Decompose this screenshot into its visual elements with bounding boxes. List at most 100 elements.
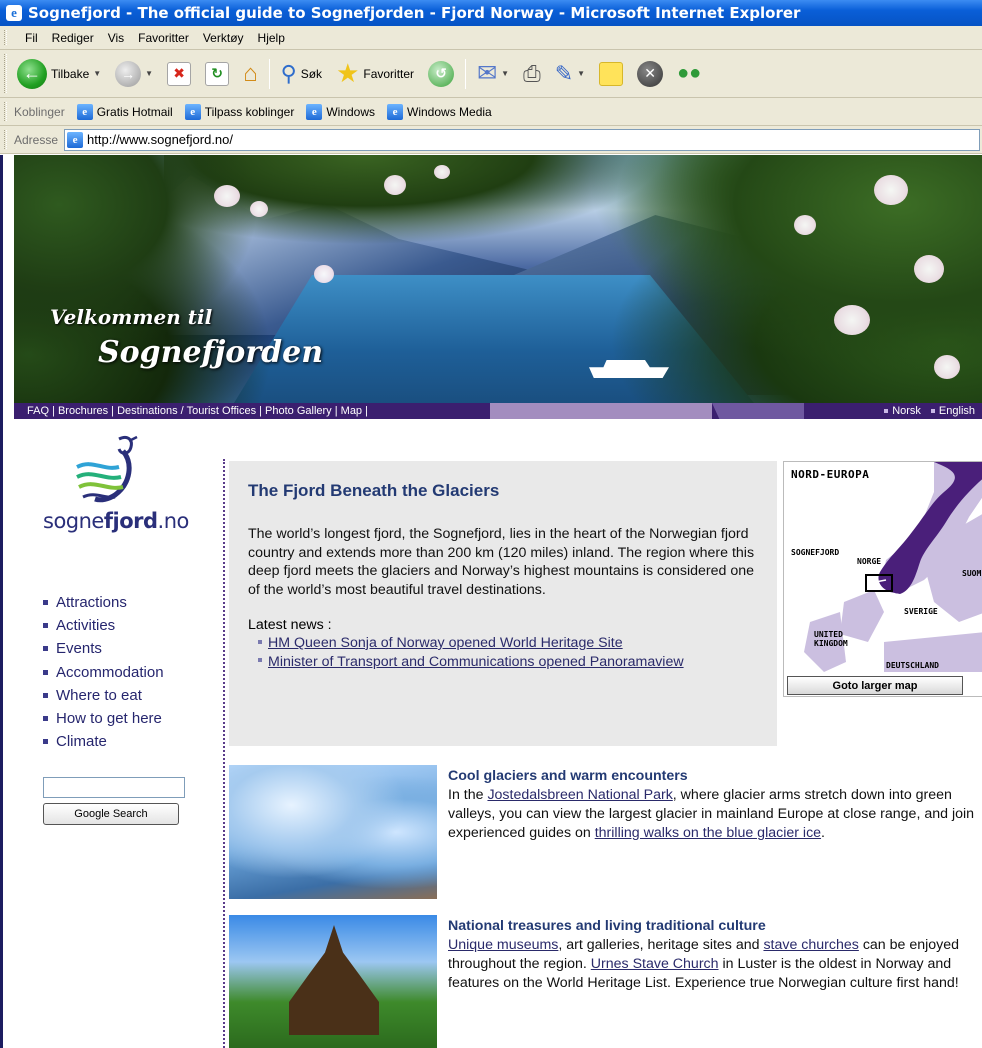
edit-icon: ✎ [554,60,574,86]
notes-button[interactable] [596,55,626,93]
favorites-button[interactable]: ★ Favoritter [333,55,417,93]
menu-favorites[interactable]: Favoritter [131,28,196,48]
edit-button[interactable]: ✎ ▼ [552,55,588,93]
lang-norsk-link[interactable]: Norsk [884,405,921,417]
stop-button[interactable]: ✖ [164,55,194,93]
link-stave-churches[interactable]: stave churches [763,937,858,953]
search-icon: ⚲ [280,60,297,86]
link-label: Gratis Hotmail [96,104,173,119]
search-label: Søk [300,66,323,81]
back-arrow-icon: ← [17,58,47,89]
logo-text: sognefjord.no [43,509,189,533]
link-jostedalsbreen[interactable]: Jostedalsbreen National Park [487,787,672,803]
links-label: Koblinger [14,104,65,119]
goto-larger-map-button[interactable]: Goto larger map [787,676,963,695]
links-bar: Koblinger e Gratis Hotmail e Tilpass kobli… [0,98,982,126]
map-label-deutschland: DEUTSCHLAND [886,661,939,670]
glacier-photo[interactable] [229,765,437,899]
ie-page-icon: e [184,103,201,120]
stop-icon: ✖ [167,61,192,86]
feature-body: Unique museums, art galleries, heritage … [448,937,960,991]
sidebar-item-attractions[interactable]: Attractions [43,591,164,614]
fjord-logo-icon [76,435,138,503]
refresh-button[interactable]: ↻ [202,55,232,93]
menu-tools[interactable]: Verktøy [196,28,251,48]
link-tilpass-koblinger[interactable]: e Tilpass koblinger [184,103,294,120]
forward-button[interactable]: → ▼ [112,55,156,93]
mail-button[interactable]: ✉ ▼ [474,55,512,93]
map-title: NORD-EUROPA [791,468,870,481]
stave-church-photo[interactable] [229,915,437,1048]
chevron-down-icon[interactable]: ▼ [93,69,101,78]
banner-welcome-text: Velkommen til [50,305,213,329]
map-label-uk-2: KINGDOM [814,639,848,648]
ie-page-icon: e [306,103,323,120]
link-unique-museums[interactable]: Unique museums [448,937,558,953]
sidebar-item-label: How to get here [56,710,162,728]
site-nav-bar: FAQ | Brochures | Destinations / Tourist… [14,403,982,419]
sidebar-item-label: Where to eat [56,686,142,704]
sidebar-item-how-to-get-here[interactable]: How to get here [43,707,164,730]
chevron-down-icon[interactable]: ▼ [501,69,509,78]
messenger-button[interactable]: ✕ [634,55,666,93]
sidebar-item-label: Activities [56,617,116,635]
menu-view[interactable]: Vis [101,28,131,48]
history-icon: ↺ [428,60,455,87]
intro-heading: The Fjord Beneath the Glaciers [248,481,500,500]
sidebar-item-where-to-eat[interactable]: Where to eat [43,684,164,707]
link-urnes-stave-church[interactable]: Urnes Stave Church [591,956,719,972]
lang-english-link[interactable]: English [930,405,975,417]
window-title: Sognefjord - The official guide to Sogne… [28,4,801,22]
favorites-label: Favoritter [363,66,415,81]
window-title-bar: e Sognefjord - The official guide to Sog… [0,0,982,26]
address-input[interactable]: e http://www.sognefjord.no/ [64,128,980,151]
banner-title-text: Sognefjorden [98,335,323,370]
sidebar-item-activities[interactable]: Activities [43,614,164,637]
map-label-sverige: SVERIGE [904,607,938,616]
sidebar-item-climate[interactable]: Climate [43,730,164,753]
link-glacier-walks[interactable]: thrilling walks on the blue glacier ice [595,825,821,841]
link-label: Windows Media [407,104,492,119]
menu-bar: Fil Rediger Vis Favoritter Verktøy Hjelp [0,26,982,50]
ie-page-icon: e [67,131,84,148]
link-windows-media[interactable]: e Windows Media [387,103,492,120]
news-link-panoramaview[interactable]: Minister of Transport and Communications… [268,654,684,670]
back-button[interactable]: ← Tilbake ▼ [14,55,104,93]
lang-norsk-label: Norsk [892,405,921,417]
map-label-suomi: SUOM [962,569,982,578]
home-icon: ⌂ [243,59,258,87]
sidebar-item-events[interactable]: Events [43,637,164,660]
google-search-input[interactable] [43,777,185,798]
back-label: Tilbake [51,66,90,81]
link-windows[interactable]: e Windows [306,103,375,120]
ie-page-icon: e [387,103,404,120]
menu-help[interactable]: Hjelp [251,28,292,48]
search-button[interactable]: ⚲ Søk [278,55,325,93]
news-link-queen-sonja[interactable]: HM Queen Sonja of Norway opened World He… [268,635,623,651]
refresh-icon: ↻ [205,61,230,86]
mail-icon: ✉ [477,60,498,87]
banner-image: Velkommen til Sognefjorden [14,155,982,403]
menu-edit[interactable]: Rediger [45,28,101,48]
ie-page-icon: e [76,103,93,120]
contacts-button[interactable]: ●● [674,55,704,93]
north-europe-map[interactable]: NORD-EUROPA SOGNEFJORD NORGE SUOM SVERIG… [783,461,982,697]
column-divider [223,459,225,1048]
link-gratis-hotmail[interactable]: e Gratis Hotmail [76,103,173,120]
sidebar-item-accommodation[interactable]: Accommodation [43,661,164,684]
chevron-down-icon[interactable]: ▼ [577,69,585,78]
news-item: HM Queen Sonja of Norway opened World He… [248,634,757,653]
sidebar-item-label: Accommodation [56,663,164,681]
print-button[interactable]: ⎙ [520,55,544,93]
menu-file[interactable]: Fil [18,28,45,48]
note-icon [599,61,624,86]
site-logo[interactable]: sognefjord.no [43,433,203,533]
site-nav-links[interactable]: FAQ | Brochures | Destinations / Tourist… [14,405,368,417]
home-button[interactable]: ⌂ [240,55,261,93]
star-icon: ★ [336,58,360,88]
google-search-button[interactable]: Google Search [43,803,179,825]
history-button[interactable]: ↺ [425,55,457,93]
chevron-down-icon[interactable]: ▼ [145,69,153,78]
feature-title: National treasures and living traditiona… [448,918,766,934]
standard-toolbar: ← Tilbake ▼ → ▼ ✖ ↻ ⌂ ⚲ Søk ★ Favoritter… [0,50,982,98]
